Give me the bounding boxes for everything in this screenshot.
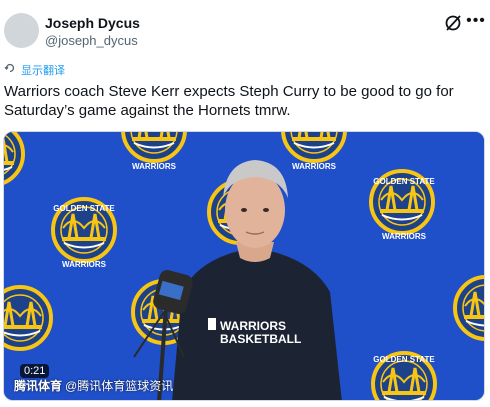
grok-icon[interactable] xyxy=(443,13,463,33)
backdrop-logo-text: GOLDEN STATE xyxy=(373,355,435,364)
shirt-text: BASKETBALL xyxy=(220,332,301,346)
backdrop-logo-text: WARRIORS xyxy=(382,232,427,241)
backdrop-logo-text: GOLDEN STATE xyxy=(53,204,115,213)
backdrop-logo-text: WARRIORS xyxy=(292,162,337,171)
backdrop-logo xyxy=(4,285,53,351)
more-icon[interactable]: ••• xyxy=(465,13,487,33)
translate-icon xyxy=(4,61,16,79)
video-player[interactable]: GOLDEN STATE WARRIORS GOLDEN STATE WARRI… xyxy=(3,131,485,401)
display-name[interactable]: Joseph Dycus xyxy=(45,15,140,31)
watermark-brand: 腾讯体育 xyxy=(14,379,63,393)
backdrop-logo-text: GOLDEN STATE xyxy=(373,177,435,186)
tweet-text: Warriors coach Steve Kerr expects Steph … xyxy=(4,83,454,119)
watermark-handle: @腾讯体育篮球资讯 xyxy=(65,379,174,393)
shirt-text: WARRIORS xyxy=(220,319,286,333)
video-timestamp: 0:21 xyxy=(20,364,50,378)
show-translation-label[interactable]: 显示翻译 xyxy=(21,62,65,78)
show-translation-link[interactable]: 显示翻译 xyxy=(4,62,65,78)
backdrop-logo-text: WARRIORS xyxy=(132,162,177,171)
backdrop-logo-text: WARRIORS xyxy=(62,260,107,269)
video-watermark: 腾讯体育 @腾讯体育篮球资讯 xyxy=(14,377,173,394)
user-handle[interactable]: @joseph_dycus xyxy=(45,33,138,48)
avatar[interactable] xyxy=(4,13,39,48)
